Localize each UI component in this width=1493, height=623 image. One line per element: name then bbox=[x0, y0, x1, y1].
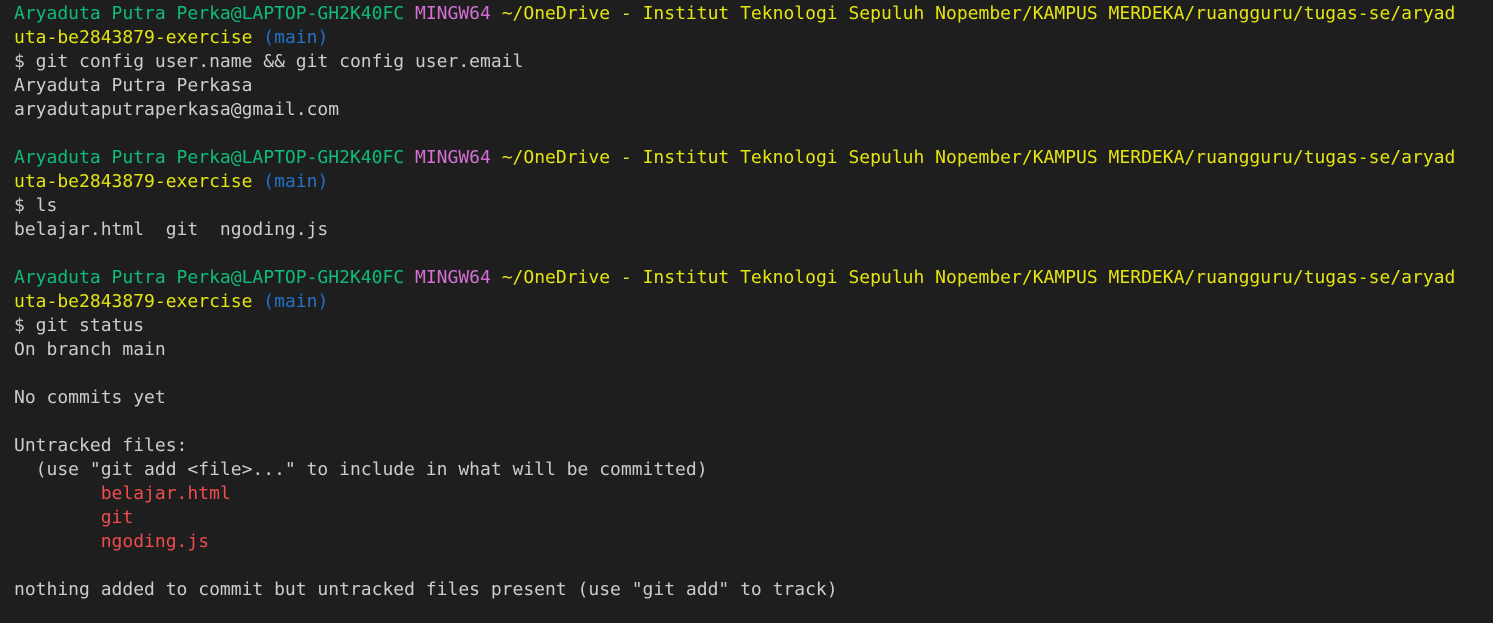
prompt-branch: (main) bbox=[263, 27, 329, 48]
untracked-file-name: belajar.html bbox=[100, 483, 231, 504]
output-line: belajar.html git ngoding.js bbox=[14, 219, 329, 240]
untracked-file: git bbox=[14, 506, 1493, 530]
prompt-line-continued: uta-be2843879-exercise (main) bbox=[14, 170, 1493, 194]
prompt-line: Aryaduta Putra Perka@LAPTOP-GH2K40FC MIN… bbox=[14, 146, 1493, 170]
untracked-file-name: git bbox=[100, 507, 134, 528]
command-line: $ git status bbox=[14, 315, 145, 336]
prompt-line: Aryaduta Putra Perka@LAPTOP-GH2K40FC MIN… bbox=[14, 266, 1493, 290]
untracked-file: ngoding.js bbox=[14, 530, 1493, 554]
prompt-user-host: Aryaduta Putra Perka@LAPTOP-GH2K40FC bbox=[14, 267, 405, 288]
prompt-path-continued: uta-be2843879-exercise bbox=[14, 171, 253, 192]
output-line: aryadutaputraperkasa@gmail.com bbox=[14, 99, 340, 120]
status-footer: nothing added to commit but untracked fi… bbox=[14, 579, 838, 600]
prompt-path: ~/OneDrive - Institut Teknologi Sepuluh … bbox=[501, 3, 1456, 24]
untracked-file: belajar.html bbox=[14, 482, 1493, 506]
prompt-system: MINGW64 bbox=[414, 147, 491, 168]
git-add-hint: (use "git add <file>..." to include in w… bbox=[14, 459, 708, 480]
prompt-line-continued: uta-be2843879-exercise (main) bbox=[14, 290, 1493, 314]
prompt-user-host: Aryaduta Putra Perka@LAPTOP-GH2K40FC bbox=[14, 147, 405, 168]
terminal-window[interactable]: Aryaduta Putra Perka@LAPTOP-GH2K40FC MIN… bbox=[0, 0, 1493, 623]
prompt-line-continued: uta-be2843879-exercise (main) bbox=[14, 26, 1493, 50]
untracked-header: Untracked files: bbox=[14, 435, 188, 456]
command-line: $ ls bbox=[14, 195, 58, 216]
prompt-path-continued: uta-be2843879-exercise bbox=[14, 27, 253, 48]
output-line: Aryaduta Putra Perkasa bbox=[14, 75, 253, 96]
prompt-path: ~/OneDrive - Institut Teknologi Sepuluh … bbox=[501, 267, 1456, 288]
status-commits-line: No commits yet bbox=[14, 387, 166, 408]
status-branch-line: On branch main bbox=[14, 339, 166, 360]
prompt-line: Aryaduta Putra Perka@LAPTOP-GH2K40FC MIN… bbox=[14, 2, 1493, 26]
prompt-path: ~/OneDrive - Institut Teknologi Sepuluh … bbox=[501, 147, 1456, 168]
prompt-user-host: Aryaduta Putra Perka@LAPTOP-GH2K40FC bbox=[14, 3, 405, 24]
prompt-branch: (main) bbox=[263, 171, 329, 192]
prompt-branch: (main) bbox=[263, 291, 329, 312]
untracked-file-name: ngoding.js bbox=[100, 531, 210, 552]
command-line: $ git config user.name && git config use… bbox=[14, 51, 524, 72]
prompt-path-continued: uta-be2843879-exercise bbox=[14, 291, 253, 312]
prompt-system: MINGW64 bbox=[414, 267, 491, 288]
prompt-system: MINGW64 bbox=[414, 3, 491, 24]
